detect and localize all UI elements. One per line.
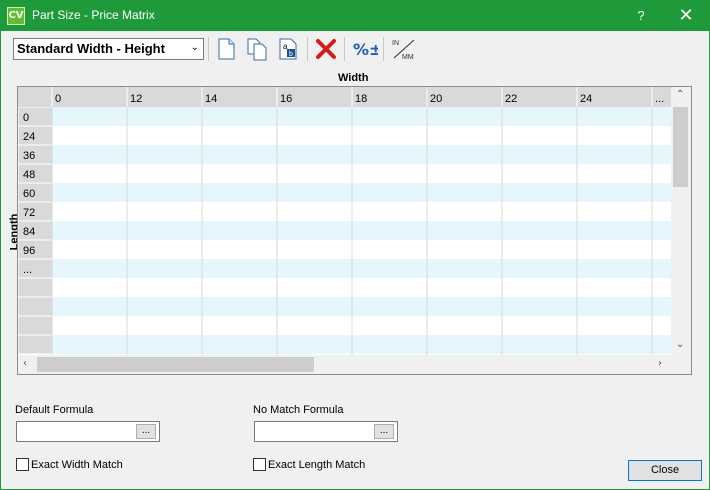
price-matrix-table: 0 24 36 48 60 72 84 96... 0 12 14 16 18 20 22 24... bbox=[18, 87, 691, 374]
toolbar-separator bbox=[307, 37, 308, 61]
toolbar-separator bbox=[208, 37, 209, 61]
grid-row bbox=[52, 107, 691, 126]
scroll-right-icon[interactable]: › bbox=[658, 358, 662, 369]
delete-matrix-button[interactable] bbox=[314, 36, 338, 62]
exact-length-match-checkbox[interactable] bbox=[253, 458, 266, 471]
toolbar-separator bbox=[344, 37, 345, 61]
column-header-label: 20 bbox=[430, 93, 442, 105]
grid-row bbox=[52, 316, 691, 335]
row-header-cell bbox=[18, 296, 53, 317]
row-header-cell bbox=[18, 277, 53, 298]
scroll-up-icon[interactable]: ⌃ bbox=[676, 89, 684, 100]
percent-glyph: %± bbox=[353, 40, 378, 59]
grid-row bbox=[52, 183, 691, 202]
delete-x-icon bbox=[316, 39, 336, 59]
no-match-formula-field[interactable]: ... bbox=[254, 421, 398, 442]
row-header-cell bbox=[18, 334, 53, 355]
rename-icon: a b bbox=[279, 38, 297, 60]
rename-glyph-b: b bbox=[289, 51, 293, 58]
column-header-label: 16 bbox=[280, 93, 292, 105]
row-header-cell bbox=[18, 315, 53, 336]
percent-adjust-button[interactable]: %± bbox=[352, 36, 382, 62]
default-formula-field[interactable]: ... bbox=[16, 421, 160, 442]
exact-width-match-label: Exact Width Match bbox=[31, 459, 123, 471]
no-match-formula-label: No Match Formula bbox=[253, 404, 344, 416]
scroll-corner bbox=[671, 355, 691, 374]
grid-row bbox=[52, 145, 691, 164]
horizontal-scroll-thumb[interactable] bbox=[37, 357, 314, 372]
inch-mm-icon: IN MM bbox=[392, 39, 415, 61]
matrix-type-value: Standard Width - Height bbox=[17, 41, 165, 56]
copy-pages-icon bbox=[247, 38, 267, 61]
title-bar: CV Part Size - Price Matrix ? ✕ bbox=[0, 0, 710, 31]
rename-matrix-button[interactable]: a b bbox=[276, 36, 300, 62]
window-title: Part Size - Price Matrix bbox=[32, 8, 155, 22]
units-top-label: IN bbox=[392, 40, 399, 47]
help-button[interactable]: ? bbox=[625, 0, 657, 31]
grid-row bbox=[52, 221, 691, 240]
grid-row bbox=[52, 240, 691, 259]
default-formula-browse-button[interactable]: ... bbox=[136, 424, 156, 439]
scroll-down-icon[interactable]: ⌄ bbox=[676, 339, 684, 350]
grid-row bbox=[52, 278, 691, 297]
vertical-scrollbar[interactable]: ⌃ ⌄ bbox=[671, 87, 691, 355]
column-header-label: 24 bbox=[580, 93, 592, 105]
new-matrix-button[interactable] bbox=[214, 36, 238, 62]
percent-plus-minus-icon: %± bbox=[353, 40, 382, 59]
row-header-label: 36 bbox=[23, 150, 35, 162]
grid-row bbox=[52, 335, 691, 354]
row-header-label: 84 bbox=[23, 226, 35, 238]
row-header-label: 60 bbox=[23, 188, 35, 200]
matrix-type-select[interactable]: Standard Width - Height ⌄ bbox=[13, 38, 204, 60]
exact-length-match-label: Exact Length Match bbox=[268, 459, 366, 471]
width-axis-label: Width bbox=[338, 72, 369, 84]
row-header-label: 0 bbox=[23, 112, 29, 124]
column-header-label: 22 bbox=[505, 93, 517, 105]
app-logo-icon: CV bbox=[7, 7, 25, 25]
new-page-icon bbox=[218, 38, 235, 60]
close-window-button[interactable]: ✕ bbox=[666, 0, 706, 31]
copy-matrix-button[interactable] bbox=[245, 36, 269, 62]
price-matrix-grid[interactable]: 0 24 36 48 60 72 84 96... 0 12 14 16 18 20 22 24... bbox=[17, 86, 692, 375]
inch-mm-toggle-button[interactable]: IN MM bbox=[390, 36, 418, 62]
units-bottom-label: MM bbox=[402, 54, 414, 61]
grid-row bbox=[52, 259, 691, 278]
toolbar-separator bbox=[383, 37, 384, 61]
column-header-label: 18 bbox=[355, 93, 367, 105]
column-header-label: 12 bbox=[130, 93, 142, 105]
grid-row bbox=[52, 202, 691, 221]
exact-width-match-checkbox[interactable] bbox=[16, 458, 29, 471]
no-match-formula-browse-button[interactable]: ... bbox=[374, 424, 394, 439]
grid-row bbox=[52, 297, 691, 316]
column-header-label: 0 bbox=[55, 93, 61, 105]
scroll-left-icon[interactable]: ‹ bbox=[23, 358, 27, 369]
row-header-label: ... bbox=[23, 264, 32, 276]
chevron-down-icon: ⌄ bbox=[190, 42, 199, 53]
close-button[interactable]: Close bbox=[628, 460, 702, 481]
grid-row bbox=[52, 164, 691, 183]
default-formula-label: Default Formula bbox=[15, 404, 94, 416]
row-header-label: 96 bbox=[23, 245, 35, 257]
row-header-label: 48 bbox=[23, 169, 35, 181]
vertical-scroll-thumb[interactable] bbox=[673, 107, 688, 187]
row-header-label: 72 bbox=[23, 207, 35, 219]
column-header-label: 14 bbox=[205, 93, 217, 105]
column-header-label: ... bbox=[655, 93, 664, 105]
grid-row bbox=[52, 126, 691, 145]
row-header-label: 24 bbox=[23, 131, 35, 143]
horizontal-scrollbar[interactable]: ‹ › bbox=[18, 355, 671, 374]
